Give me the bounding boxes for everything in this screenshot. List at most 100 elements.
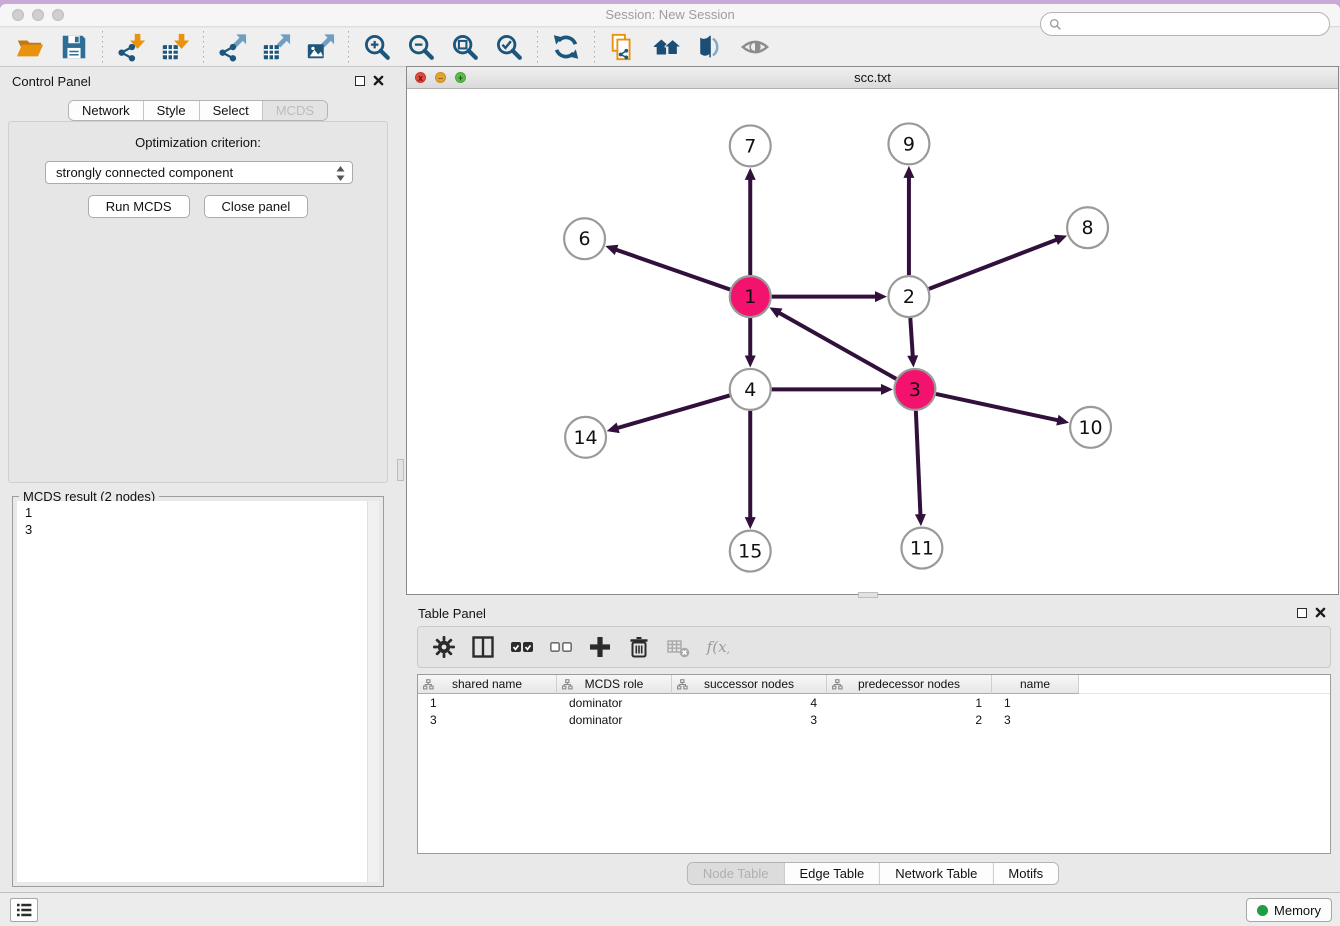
node-label: 3 [909, 379, 921, 401]
column-header-predecessor-nodes[interactable]: predecessor nodes [827, 675, 992, 694]
deselect-all-icon[interactable] [549, 635, 573, 659]
column-header-shared-name[interactable]: shared name [418, 675, 557, 694]
import-network-icon[interactable] [116, 32, 146, 62]
vertical-split-grip[interactable] [397, 459, 404, 481]
criterion-select[interactable]: strongly connected component [45, 161, 353, 184]
column-header-successor-nodes[interactable]: successor nodes [672, 675, 827, 694]
graph-edge-3-11[interactable] [916, 411, 921, 516]
graph-edge-2-3[interactable] [910, 318, 913, 358]
column-layout-icon[interactable] [471, 635, 495, 659]
select-stepper-icon [335, 165, 346, 185]
row-filler [1079, 694, 1330, 711]
table-panel: Table Panel [406, 600, 1340, 892]
node-label: 1 [744, 286, 756, 308]
tab-mcds[interactable]: MCDS [263, 101, 327, 120]
flag-icon[interactable] [696, 32, 726, 62]
tab-select[interactable]: Select [200, 101, 263, 120]
graph-edge-3-10[interactable] [936, 394, 1059, 421]
add-column-icon[interactable] [588, 635, 612, 659]
table-panel-title: Table Panel [418, 606, 486, 621]
eye-icon[interactable] [740, 32, 770, 62]
export-image-icon[interactable] [305, 32, 335, 62]
zoom-in-icon[interactable] [362, 32, 392, 62]
table-body: 1dominator4113dominator323 [418, 694, 1330, 728]
table-cell[interactable]: 1 [992, 694, 1079, 711]
network-canvas[interactable]: 1234678910111415 [407, 89, 1338, 594]
export-network-icon[interactable] [217, 32, 247, 62]
open-folder-icon[interactable] [15, 32, 45, 62]
zoom-out-icon[interactable] [406, 32, 436, 62]
toolbar-separator [348, 31, 349, 63]
column-header-mcds-role[interactable]: MCDS role [557, 675, 672, 694]
tab-node-table[interactable]: Node Table [688, 863, 785, 884]
table-cell[interactable]: dominator [557, 694, 672, 711]
search-input[interactable] [1062, 17, 1329, 32]
refresh-icon[interactable] [551, 32, 581, 62]
delete-trash-icon[interactable] [627, 635, 651, 659]
close-panel-icon[interactable] [1315, 607, 1326, 618]
task-history-button[interactable] [10, 898, 38, 922]
edge-arrowhead [745, 355, 756, 367]
graph-edge-3-1[interactable] [778, 312, 896, 379]
clone-network-icon[interactable] [608, 32, 638, 62]
node-label: 8 [1082, 217, 1094, 239]
table-cell[interactable]: 3 [992, 711, 1079, 728]
tab-network-table[interactable]: Network Table [880, 863, 993, 884]
table-cell[interactable]: 4 [672, 694, 827, 711]
houses-icon[interactable] [652, 32, 682, 62]
horizontal-split-grip[interactable] [858, 592, 878, 598]
svg-text:f(x): f(x) [706, 638, 729, 656]
memory-button[interactable]: Memory [1246, 898, 1332, 922]
run-mcds-button[interactable]: Run MCDS [88, 195, 190, 218]
select-all-icon[interactable] [510, 635, 534, 659]
tab-style[interactable]: Style [144, 101, 200, 120]
toolbar-separator [537, 31, 538, 63]
header-filler [1079, 675, 1330, 694]
result-scrollbar[interactable] [367, 501, 379, 882]
table-cell[interactable]: 1 [418, 694, 557, 711]
export-table-icon[interactable] [261, 32, 291, 62]
table-cell[interactable]: 1 [827, 694, 992, 711]
column-header-name[interactable]: name [992, 675, 1079, 694]
table-header-row: shared name MCDS role successor nodes pr… [418, 675, 1330, 694]
edge-arrowhead [915, 514, 926, 526]
control-panel-tabs: Network Style Select MCDS [68, 100, 328, 121]
edge-arrowhead [745, 168, 756, 180]
import-table-icon[interactable] [160, 32, 190, 62]
control-panel: Control Panel Network Style Select MCDS … [0, 68, 396, 892]
table-cell[interactable]: dominator [557, 711, 672, 728]
zoom-fit-icon[interactable] [450, 32, 480, 62]
float-panel-icon[interactable] [355, 76, 365, 86]
network-title: scc.txt [407, 70, 1338, 85]
table-cell[interactable]: 2 [827, 711, 992, 728]
float-panel-icon[interactable] [1297, 608, 1307, 618]
close-panel-button[interactable]: Close panel [204, 195, 309, 218]
tab-network[interactable]: Network [69, 101, 144, 120]
graph-edge-1-6[interactable] [615, 249, 730, 289]
table-cell[interactable]: 3 [672, 711, 827, 728]
network-titlebar[interactable]: x – + scc.txt [407, 67, 1338, 89]
delete-table-icon[interactable] [666, 635, 690, 659]
status-bar: Memory [0, 892, 1340, 926]
table-row[interactable]: 1dominator411 [418, 694, 1330, 711]
table-tabs: Node Table Edge Table Network Table Moti… [687, 862, 1059, 885]
zoom-selected-icon[interactable] [494, 32, 524, 62]
node-table: shared name MCDS role successor nodes pr… [417, 674, 1331, 854]
save-icon[interactable] [59, 32, 89, 62]
table-row[interactable]: 3dominator323 [418, 711, 1330, 728]
search-field[interactable] [1040, 12, 1330, 36]
graph-edge-2-8[interactable] [929, 239, 1058, 289]
table-cell[interactable]: 3 [418, 711, 557, 728]
mcds-result-textarea[interactable]: 1 3 [17, 501, 379, 882]
graph-edge-4-14[interactable] [616, 395, 729, 428]
tab-motifs[interactable]: Motifs [993, 863, 1058, 884]
close-panel-icon[interactable] [373, 75, 384, 86]
edge-arrowhead [903, 166, 914, 178]
memory-status-icon [1257, 905, 1268, 916]
node-label: 15 [738, 541, 762, 563]
tab-edge-table[interactable]: Edge Table [784, 863, 880, 884]
node-label: 6 [579, 228, 591, 250]
edge-arrowhead [605, 245, 618, 255]
table-settings-gear-icon[interactable] [432, 635, 456, 659]
toolbar-separator [594, 31, 595, 63]
